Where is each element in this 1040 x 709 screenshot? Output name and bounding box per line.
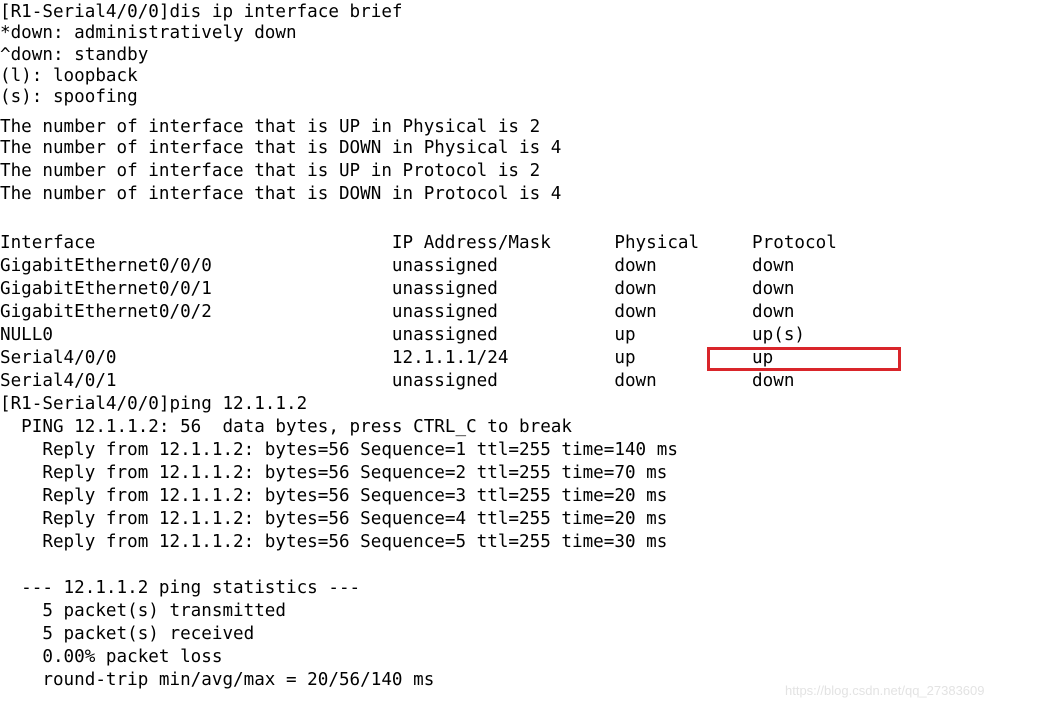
ping-reply-line: Reply from 12.1.1.2: bytes=56 Sequence=2… [0,463,668,483]
terminal-line-legend-admin-down: *down: administratively down [0,23,297,44]
table-row: GigabitEthernet0/0/0 unassigned down dow… [0,256,795,276]
ping-reply-line: Reply from 12.1.1.2: bytes=56 Sequence=4… [0,509,668,529]
ping-stat-transmitted: 5 packet(s) transmitted [0,601,286,621]
terminal-line-legend-standby: ^down: standby [0,44,149,65]
terminal-line-summary-up-protocol: The number of interface that is UP in Pr… [0,161,541,181]
table-row-serial4-0-0: Serial4/0/0 12.1.1.1/24 up up [0,348,774,368]
ping-reply-line: Reply from 12.1.1.2: bytes=56 Sequence=3… [0,486,668,506]
ping-reply-line: Reply from 12.1.1.2: bytes=56 Sequence=5… [0,532,668,552]
ping-reply-line: Reply from 12.1.1.2: bytes=56 Sequence=1… [0,440,678,460]
terminal-line-command-prompt: [R1-Serial4/0/0]dis ip interface brief [0,2,403,22]
terminal-output-pane[interactable]: [R1-Serial4/0/0]dis ip interface brief *… [0,0,1040,709]
ping-stat-round-trip: round-trip min/avg/max = 20/56/140 ms [0,670,435,690]
table-row: Serial4/0/1 unassigned down down [0,371,795,391]
terminal-line-summary-down-protocol: The number of interface that is DOWN in … [0,184,562,204]
ping-stat-received: 5 packet(s) received [0,624,255,644]
table-row: GigabitEthernet0/0/1 unassigned down dow… [0,279,795,299]
interface-table-header-row: Interface IP Address/Mask Physical Proto… [0,233,837,253]
table-row: GigabitEthernet0/0/2 unassigned down dow… [0,302,795,322]
ping-stat-loss: 0.00% packet loss [0,647,223,667]
watermark-text: https://blog.csdn.net/qq_27383609 [785,683,985,698]
ping-statistics-header: --- 12.1.1.2 ping statistics --- [0,578,361,598]
terminal-line-summary-up-physical: The number of interface that is UP in Ph… [0,117,541,137]
terminal-line-ping-banner: PING 12.1.1.2: 56 data bytes, press CTRL… [0,417,572,437]
table-row: NULL0 unassigned up up(s) [0,325,806,345]
terminal-line-summary-down-physical: The number of interface that is DOWN in … [0,138,562,159]
terminal-line-ping-command: [R1-Serial4/0/0]ping 12.1.1.2 [0,394,308,414]
terminal-line-legend-loopback: (l): loopback [0,65,138,86]
terminal-line-legend-spoofing: (s): spoofing [0,87,138,108]
